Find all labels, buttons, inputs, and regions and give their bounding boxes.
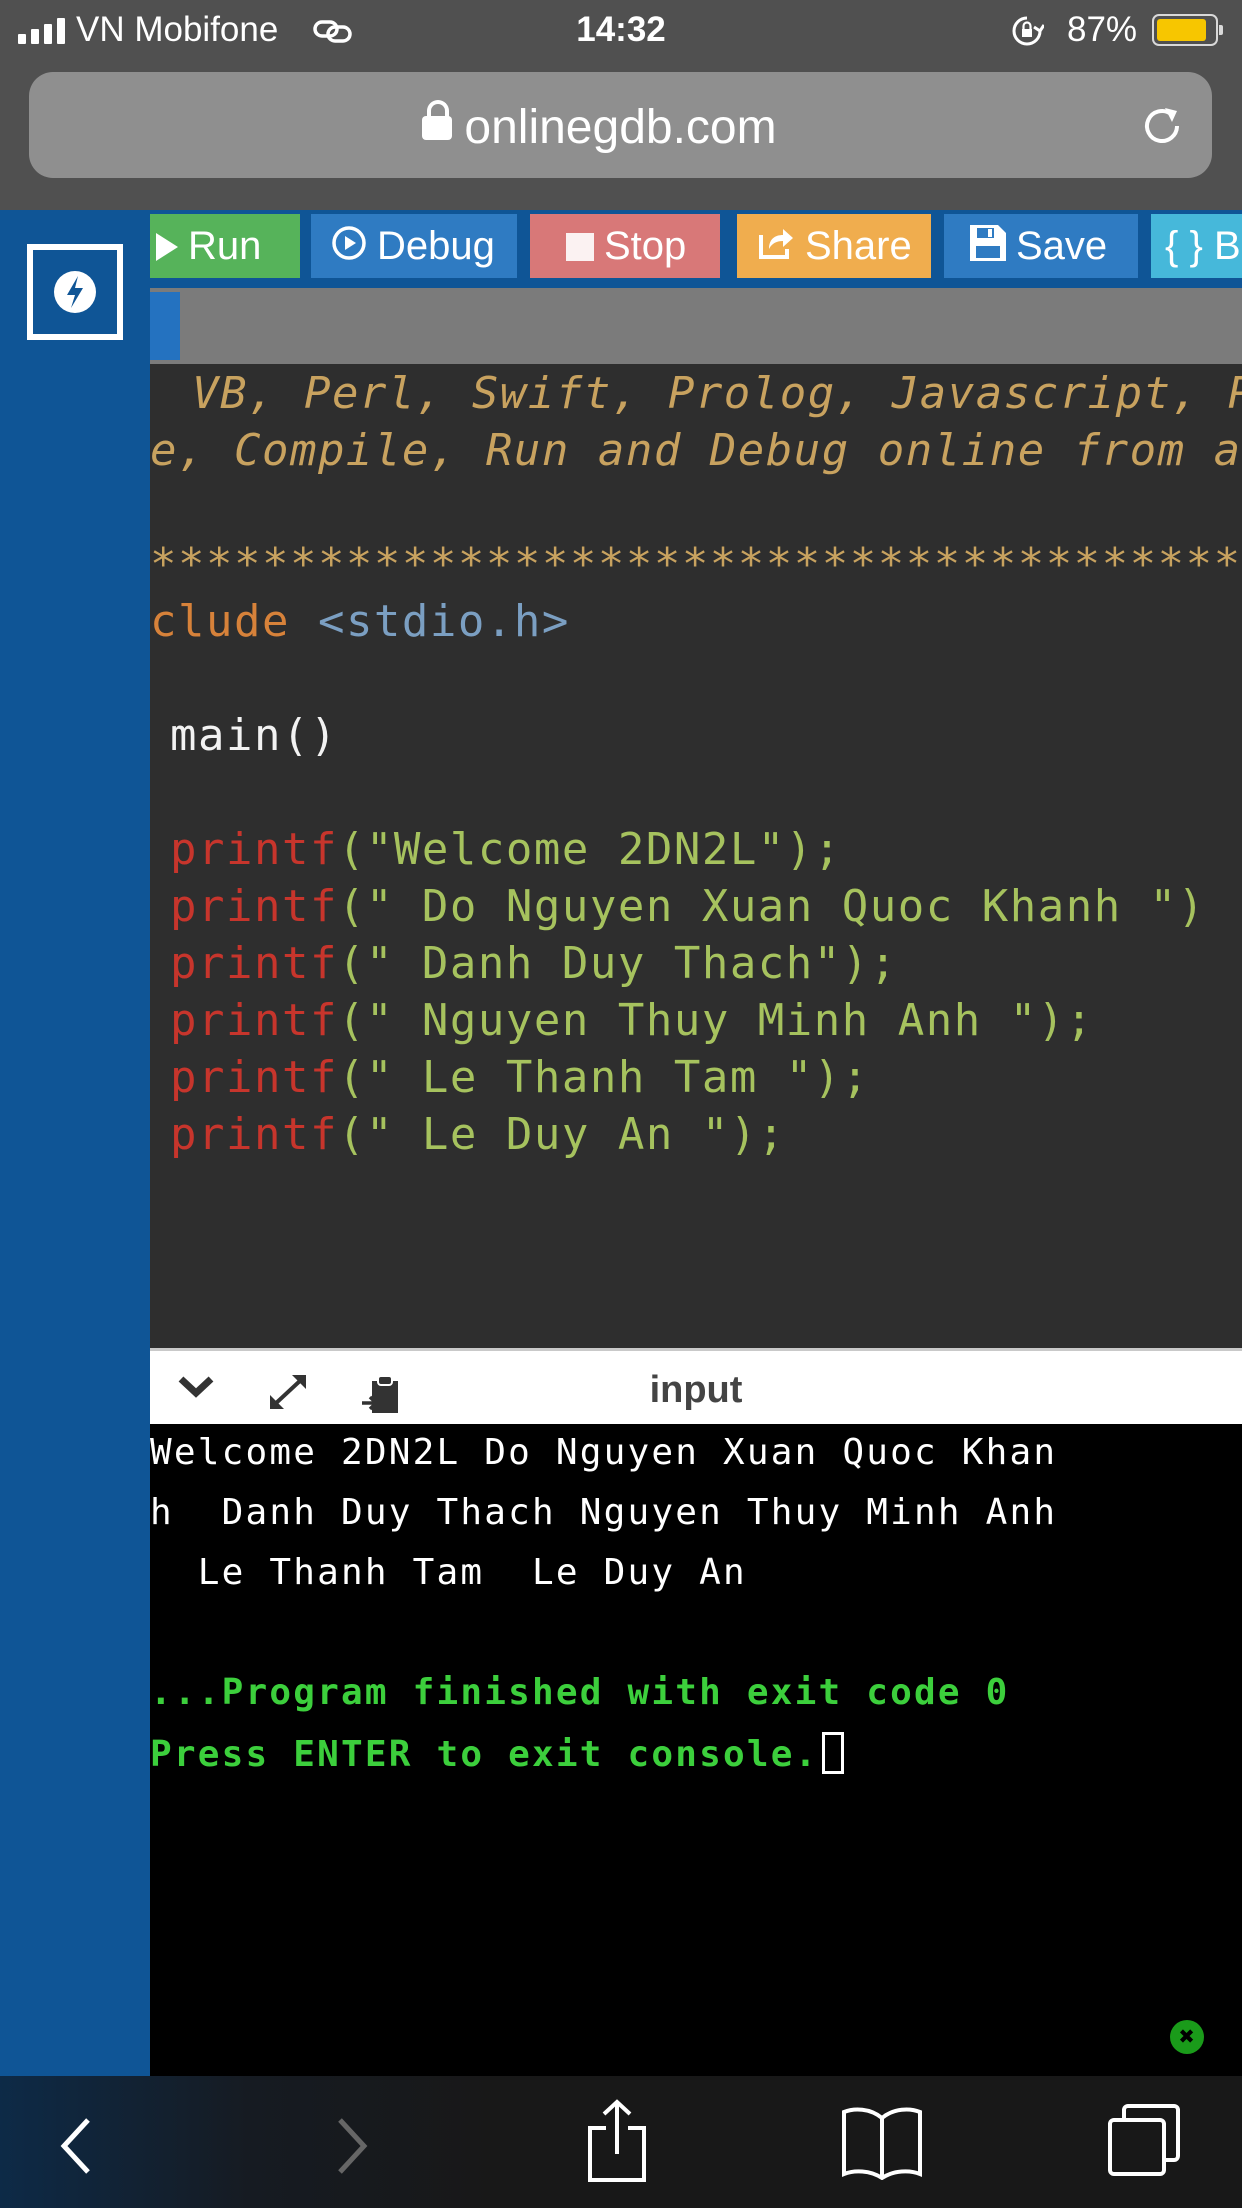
code-printf-line: printf(" Le Thanh Tam ");	[170, 1052, 870, 1103]
stop-square-icon	[566, 216, 594, 278]
play-icon	[156, 216, 178, 278]
battery-icon	[1152, 14, 1223, 46]
console-output-line: Welcome 2DN2L Do Nguyen Xuan Quoc Khan	[150, 1432, 1058, 1473]
debug-play-circle-icon	[331, 216, 367, 278]
code-comment-line: e, Compile, Run and Debug online from a	[150, 425, 1242, 476]
console-output[interactable]: Welcome 2DN2L Do Nguyen Xuan Quoc Khan h…	[150, 1424, 1242, 2076]
code-printf-line: printf("Welcome 2DN2L");	[170, 824, 842, 875]
beautify-button[interactable]: { } B	[1151, 214, 1242, 278]
clock-time: 14:32	[576, 10, 666, 49]
code-printf-line: printf(" Do Nguyen Xuan Quoc Khanh ")	[170, 881, 1206, 932]
lightning-icon	[54, 271, 96, 313]
code-printf-line: printf(" Danh Duy Thach");	[170, 938, 898, 989]
ide-toolbar: Run Debug Stop Share Save { } B	[150, 210, 1242, 288]
save-button[interactable]: Save	[944, 214, 1138, 278]
press-enter-line: Press ENTER to exit console.	[150, 1732, 845, 1775]
file-tab-active[interactable]	[150, 292, 180, 360]
code-printf-line: printf(" Nguyen Thuy Minh Anh ");	[170, 995, 1094, 1046]
code-printf-line: printf(" Le Duy An ");	[170, 1109, 786, 1160]
url-text[interactable]: onlinegdb.com	[29, 100, 1212, 155]
reload-icon[interactable]	[1137, 100, 1189, 152]
tabs-icon[interactable]	[1104, 2100, 1184, 2180]
console-header: input	[150, 1348, 1242, 1424]
share-icon	[757, 216, 795, 278]
program-finished-message: ...Program finished with exit code 0	[150, 1672, 1010, 1713]
code-include-line: clude <stdio.h>	[150, 596, 570, 647]
address-bar[interactable]: onlinegdb.com	[29, 72, 1212, 178]
debug-button[interactable]: Debug	[311, 214, 517, 278]
code-main-line: main()	[170, 710, 338, 761]
file-tab-bar	[150, 288, 1242, 364]
battery-percent: 87%	[1067, 10, 1138, 49]
browser-address-area: onlinegdb.com	[0, 64, 1242, 210]
console-output-line: Le Thanh Tam Le Duy An	[150, 1552, 747, 1593]
console-cursor	[822, 1732, 845, 1774]
console-output-line: h Danh Duy Thach Nguyen Thuy Minh Anh	[150, 1492, 1058, 1533]
console-input-title[interactable]: input	[150, 1369, 1242, 1412]
share-button[interactable]: Share	[737, 214, 931, 278]
code-comment-stars: ***************************************	[150, 539, 1242, 590]
stop-button[interactable]: Stop	[530, 214, 720, 278]
onlinegdb-logo[interactable]	[27, 244, 123, 340]
share-sheet-icon[interactable]	[584, 2098, 650, 2184]
status-bar: VN Mobifone 14:32 87%	[0, 0, 1242, 64]
sidebar	[0, 210, 150, 2076]
run-button[interactable]: Run	[150, 214, 300, 278]
orientation-lock-icon	[1012, 16, 1044, 46]
forward-arrow-icon[interactable]	[332, 2116, 372, 2176]
code-comment-line: VB, Perl, Swift, Prolog, Javascript, P	[164, 368, 1242, 419]
back-arrow-icon[interactable]	[56, 2116, 96, 2176]
code-editor[interactable]: VB, Perl, Swift, Prolog, Javascript, P e…	[150, 364, 1242, 1348]
browser-bottom-toolbar	[0, 2076, 1242, 2208]
floppy-disk-icon	[970, 216, 1006, 278]
bookmarks-book-icon[interactable]	[840, 2104, 924, 2180]
close-console-icon[interactable]: ✖	[1170, 2020, 1204, 2054]
